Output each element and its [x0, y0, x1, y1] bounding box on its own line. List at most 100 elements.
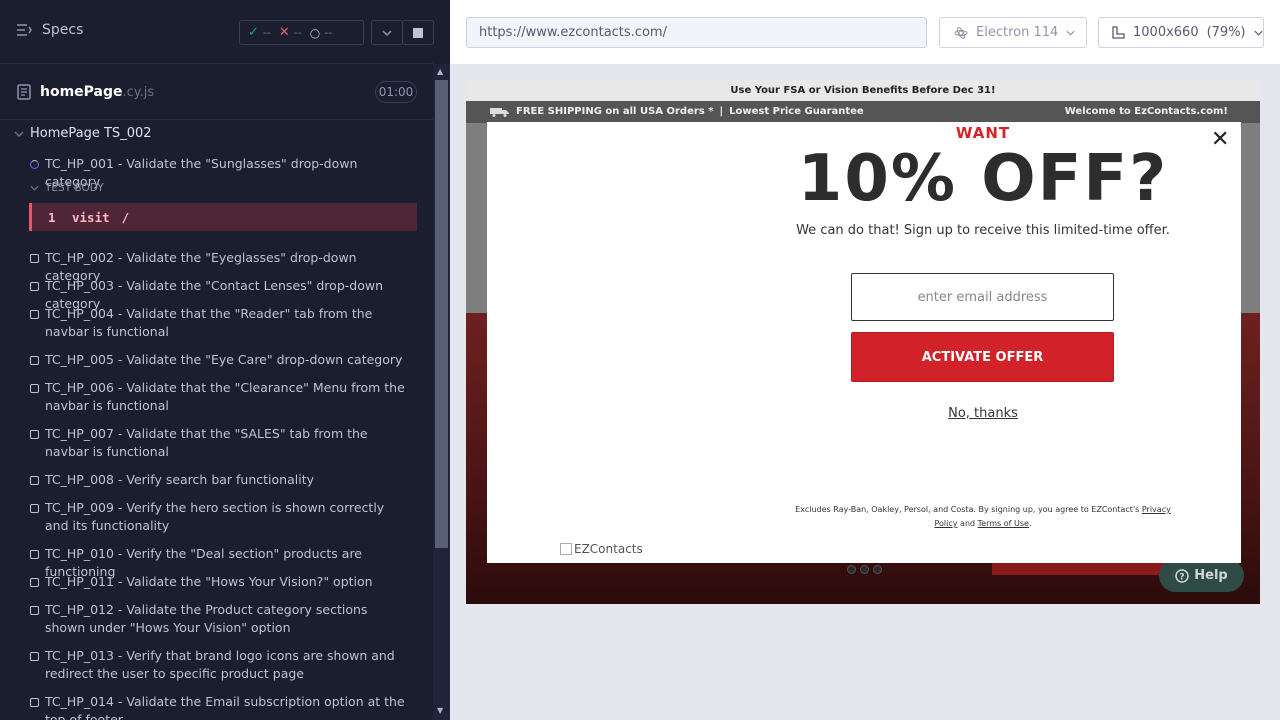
- pending-checkbox-icon: [30, 578, 39, 587]
- passed-stat: ✓ --: [240, 25, 271, 40]
- free-shipping-text: FREE SHIPPING on all USA Orders *: [516, 106, 714, 117]
- logo-alt-text: EZContacts: [574, 542, 643, 556]
- suite-label: HomePage TS_002: [30, 126, 152, 141]
- suite-title[interactable]: HomePage TS_002: [14, 126, 152, 141]
- pending-checkbox-icon: [30, 356, 39, 365]
- x-icon: ✕: [278, 25, 290, 40]
- test-label: TC_HP_006 - Validate that the "Clearance…: [45, 380, 405, 413]
- specs-button[interactable]: Specs: [16, 22, 83, 38]
- test-item-13[interactable]: TC_HP_013 - Verify that brand logo icons…: [30, 647, 410, 683]
- chevron-down-icon: [14, 130, 24, 137]
- command-name: visit: [72, 209, 110, 225]
- broken-logo-image: EZContacts: [560, 542, 643, 556]
- stop-icon: [413, 27, 423, 38]
- running-spinner-icon: [30, 160, 39, 169]
- command-arg: /: [121, 209, 130, 225]
- scroll-thumb[interactable]: [435, 80, 448, 548]
- broken-image-icon: [560, 543, 572, 555]
- test-label: TC_HP_007 - Validate that the "SALES" ta…: [45, 426, 368, 459]
- pending-circle-icon: ○: [309, 25, 321, 40]
- test-label: TC_HP_004 - Validate that the "Reader" t…: [45, 306, 373, 339]
- terms-of-use-link[interactable]: Terms of Use: [978, 519, 1029, 528]
- no-thanks-link[interactable]: No, thanks: [487, 406, 1280, 421]
- fine-print-text: Excludes Ray-Ban, Oakley, Persol, and Co…: [795, 505, 1140, 514]
- strip-separator: |: [719, 106, 724, 117]
- activate-offer-button[interactable]: ACTIVATE OFFER: [851, 332, 1114, 382]
- collapse-button[interactable]: [371, 20, 403, 45]
- scroll-up-icon[interactable]: ▲: [437, 67, 443, 76]
- test-item-9[interactable]: TC_HP_009 - Verify the hero section is s…: [30, 499, 410, 535]
- discount-modal: ✕ WANT 10% OFF? We can do that! Sign up …: [487, 122, 1241, 563]
- runner-header: Specs ✓ -- ✕ -- ○ --: [0, 0, 434, 64]
- test-label: TC_HP_012 - Validate the Product categor…: [45, 602, 368, 635]
- ruler-icon: [1112, 25, 1125, 39]
- test-label: TC_HP_005 - Validate the "Eye Care" drop…: [45, 352, 403, 367]
- pending-stat: ○ --: [302, 26, 332, 40]
- modal-subtitle: We can do that! Sign up to receive this …: [796, 223, 1170, 238]
- test-item-14[interactable]: TC_HP_014 - Validate the Email subscript…: [30, 693, 410, 720]
- runner-scrollbar[interactable]: ▲ ▼: [433, 64, 450, 720]
- scroll-down-icon[interactable]: ▼: [437, 706, 443, 715]
- promo-banner[interactable]: Use Your FSA or Vision Benefits Before D…: [466, 80, 1260, 101]
- chevron-down-icon: [382, 29, 392, 36]
- carousel-dot[interactable]: [860, 565, 869, 574]
- pending-checkbox-icon: [30, 430, 39, 439]
- url-bar[interactable]: https://www.ezcontacts.com/: [466, 17, 927, 48]
- stop-button[interactable]: [402, 20, 434, 45]
- test-runner-panel: Specs ✓ -- ✕ -- ○ -- homePage.cy.js 01:00 H…: [0, 0, 450, 720]
- failed-stat: ✕ --: [271, 25, 302, 40]
- carousel-dot[interactable]: [847, 565, 856, 574]
- passed-count: --: [262, 26, 271, 39]
- shipping-strip: FREE SHIPPING on all USA Orders * | Lowe…: [466, 101, 1260, 123]
- spec-file-name[interactable]: homePage.cy.js: [40, 84, 154, 100]
- test-body-label: TEST BODY: [45, 182, 104, 194]
- test-item-12[interactable]: TC_HP_012 - Validate the Product categor…: [30, 601, 410, 637]
- pending-checkbox-icon: [30, 384, 39, 393]
- spec-file-row: homePage.cy.js 01:00: [0, 64, 433, 120]
- carousel-dots[interactable]: [847, 565, 882, 574]
- command-number: 1: [48, 209, 56, 225]
- file-ext: .cy.js: [122, 85, 155, 100]
- electron-icon: [954, 26, 968, 39]
- viewport-size: 1000x660: [1133, 25, 1199, 40]
- run-timer: 01:00: [375, 81, 417, 103]
- test-item-8[interactable]: TC_HP_008 - Verify search bar functional…: [30, 471, 410, 489]
- pending-checkbox-icon: [30, 504, 39, 513]
- test-label: TC_HP_008 - Verify search bar functional…: [45, 472, 314, 487]
- test-item-7[interactable]: TC_HP_007 - Validate that the "SALES" ta…: [30, 425, 410, 461]
- truck-icon: [490, 107, 509, 117]
- shipping-info: FREE SHIPPING on all USA Orders * | Lowe…: [490, 106, 864, 117]
- fine-print: Excludes Ray-Ban, Oakley, Persol, and Co…: [795, 505, 1171, 528]
- pending-checkbox-icon: [30, 698, 39, 707]
- pending-count: --: [324, 26, 333, 39]
- viewport-zoom: (79%): [1206, 25, 1246, 40]
- aut-toolbar: https://www.ezcontacts.com/ Electron 114…: [450, 0, 1280, 64]
- svg-text:?: ?: [1180, 572, 1185, 582]
- browser-selector[interactable]: Electron 114: [939, 17, 1087, 48]
- test-item-4[interactable]: TC_HP_004 - Validate that the "Reader" t…: [30, 305, 410, 341]
- browser-label: Electron 114: [976, 25, 1059, 40]
- viewport-selector[interactable]: 1000x660 (79%): [1098, 17, 1264, 48]
- specs-list-icon: [17, 24, 32, 36]
- chevron-down-icon: [30, 185, 39, 191]
- test-item-5[interactable]: TC_HP_005 - Validate the "Eye Care" drop…: [30, 351, 410, 369]
- test-item-6[interactable]: TC_HP_006 - Validate that the "Clearance…: [30, 379, 410, 415]
- test-label: TC_HP_013 - Verify that brand logo icons…: [45, 648, 395, 681]
- test-label: TC_HP_009 - Verify the hero section is s…: [45, 500, 385, 533]
- file-icon: [17, 84, 31, 100]
- command-row[interactable]: 1 visit /: [29, 203, 417, 231]
- test-label: TC_HP_011 - Validate the "Hows Your Visi…: [45, 574, 373, 589]
- welcome-text: Welcome to EzContacts.com!: [1064, 106, 1228, 117]
- carousel-dot[interactable]: [873, 565, 882, 574]
- check-icon: ✓: [248, 25, 259, 40]
- pending-checkbox-icon: [30, 550, 39, 559]
- pending-checkbox-icon: [30, 254, 39, 263]
- pending-checkbox-icon: [30, 282, 39, 291]
- help-button[interactable]: ? Help: [1159, 559, 1244, 592]
- email-input[interactable]: enter email address: [851, 273, 1114, 321]
- test-item-11[interactable]: TC_HP_011 - Validate the "Hows Your Visi…: [30, 573, 410, 591]
- test-body-header[interactable]: TEST BODY: [30, 182, 104, 194]
- pending-checkbox-icon: [30, 606, 39, 615]
- help-circle-icon: ?: [1175, 568, 1190, 583]
- modal-eyebrow: WANT: [955, 124, 1011, 142]
